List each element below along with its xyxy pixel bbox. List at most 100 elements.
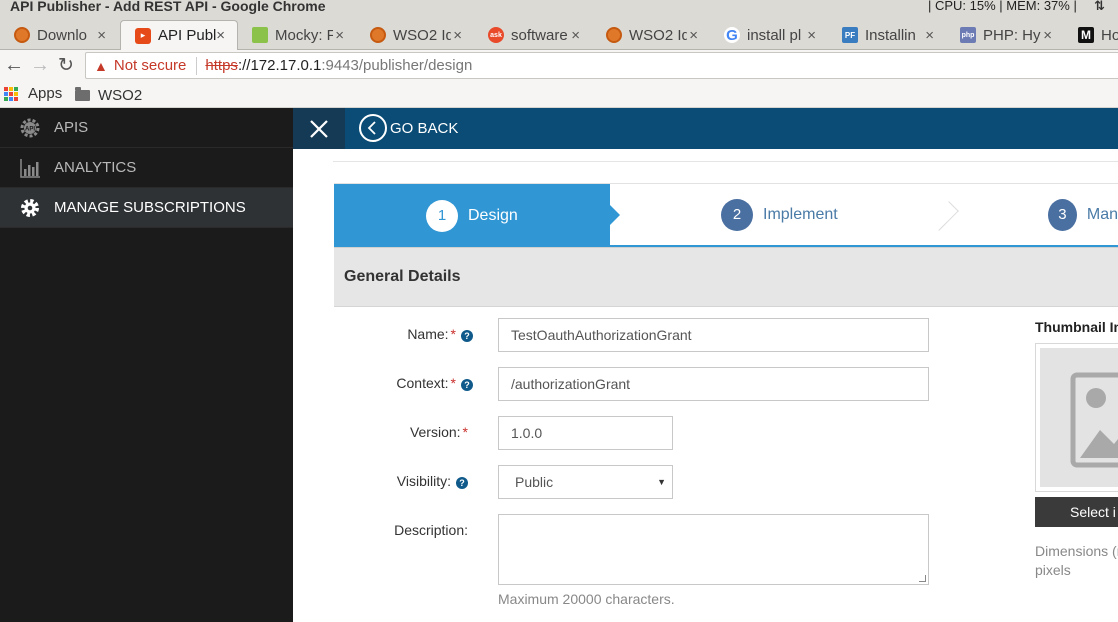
wizard-step-implement[interactable]: 2 Implement: [610, 184, 950, 247]
top-navigation-bar: GO BACK: [293, 108, 1118, 149]
help-icon[interactable]: ?: [456, 477, 468, 489]
tab-php[interactable]: php PHP: Hyp ×: [946, 20, 1064, 50]
label-text: Version:: [409, 424, 461, 440]
bookmark-apps[interactable]: Apps: [4, 85, 62, 102]
main-content: 1 Design 2 Implement 3 Man General Detai…: [293, 149, 1118, 622]
description-hint: Maximum 20000 characters.: [498, 591, 675, 607]
wizard-step-design[interactable]: 1 Design: [334, 184, 610, 247]
close-icon[interactable]: ×: [807, 27, 816, 44]
forward-arrow-icon[interactable]: →: [30, 54, 50, 77]
label-text: Description:: [394, 522, 468, 538]
thumbnail-title: Thumbnail Im: [1035, 319, 1118, 335]
tab-medium[interactable]: M Ho: [1064, 20, 1118, 50]
php-icon: php: [960, 27, 976, 43]
bookmarks-bar: Apps WSO2: [0, 82, 1118, 108]
bookmark-label: WSO2: [98, 87, 143, 104]
url-field[interactable]: ▲ Not secure https://172.17.0.1:9443/pub…: [85, 52, 1118, 79]
close-icon[interactable]: ×: [335, 27, 344, 44]
close-icon[interactable]: ×: [1043, 27, 1052, 44]
tab-label: Ho: [1101, 26, 1118, 44]
close-icon[interactable]: ×: [453, 27, 462, 44]
tab-label: WSO2 Id: [629, 26, 687, 44]
tab-installing[interactable]: PF Installin ×: [828, 20, 946, 50]
select-image-button[interactable]: Select i: [1035, 497, 1118, 527]
tab-label: PHP: Hyp: [983, 26, 1041, 44]
tab-download[interactable]: Downlo ×: [0, 20, 118, 50]
close-sidebar-button[interactable]: [293, 108, 345, 149]
bookmark-wso2[interactable]: WSO2: [75, 87, 142, 104]
tab-strip: Downlo × ▸ API Publ × Mocky: F × WSO2 Id…: [0, 14, 1118, 50]
chevron-left-icon: [359, 114, 387, 142]
window-title: API Publisher - Add REST API - Google Ch…: [10, 0, 326, 14]
security-label[interactable]: Not secure: [114, 57, 187, 74]
context-label: Context: *?: [293, 375, 473, 391]
tab-label: Downlo: [37, 26, 88, 44]
step-number: 1: [426, 199, 458, 232]
close-icon[interactable]: ×: [571, 27, 580, 44]
label-text: Visibility:: [396, 473, 451, 489]
address-bar: ← → ↻ ▲ Not secure https://172.17.0.1:94…: [0, 50, 1118, 82]
visibility-select[interactable]: Public ▼: [498, 465, 673, 499]
reload-icon[interactable]: ↻: [58, 54, 74, 77]
visibility-label: Visibility:?: [288, 473, 468, 489]
required-marker: *: [450, 375, 456, 391]
tab-label: WSO2 Id: [393, 26, 451, 44]
sidebar-item-label: MANAGE SUBSCRIPTIONS: [54, 199, 246, 216]
bookmark-label: Apps: [28, 85, 63, 102]
image-placeholder-icon: [1040, 348, 1118, 487]
tab-mocky[interactable]: Mocky: F ×: [238, 20, 356, 50]
description-label: Description:: [288, 522, 468, 538]
back-arrow-icon[interactable]: ←: [4, 54, 24, 77]
sidebar-item-apis[interactable]: API APIS: [0, 108, 293, 148]
step-number: 2: [721, 198, 753, 231]
close-icon[interactable]: ×: [689, 27, 698, 44]
hint-line: Dimensions (n: [1035, 543, 1118, 559]
tab-wso2-identity[interactable]: WSO2 Id ×: [356, 20, 474, 50]
folder-icon: [75, 87, 90, 101]
url-scheme: https: [205, 57, 238, 74]
wso2-icon: [14, 27, 30, 43]
help-icon[interactable]: ?: [461, 379, 473, 391]
hint-line: pixels: [1035, 562, 1071, 578]
sidebar-item-analytics[interactable]: ANALYTICS: [0, 148, 293, 188]
help-icon[interactable]: ?: [461, 330, 473, 342]
tab-label: install pl: [747, 26, 802, 44]
resize-handle-icon[interactable]: [919, 575, 926, 582]
tab-install[interactable]: G install pl ×: [710, 20, 828, 50]
go-back-button[interactable]: GO BACK: [359, 114, 458, 142]
wizard-step-manage[interactable]: 3 Man: [950, 184, 1118, 247]
tab-wso2-identity-2[interactable]: WSO2 Id ×: [592, 20, 710, 50]
url-path: :9443/publisher/design: [321, 57, 473, 74]
step-number: 3: [1048, 198, 1077, 231]
version-label: Version: *: [288, 424, 468, 440]
tab-label: API Publ: [158, 27, 216, 44]
thumbnail-preview: [1035, 343, 1118, 492]
medium-icon: M: [1078, 27, 1094, 43]
label-text: Context:: [396, 375, 449, 391]
name-field[interactable]: TestOauthAuthorizationGrant: [498, 318, 929, 352]
visibility-value: Public: [515, 474, 554, 490]
gear-icon: [18, 196, 42, 220]
context-field[interactable]: /authorizationGrant: [498, 367, 929, 401]
close-icon[interactable]: ×: [216, 27, 225, 44]
tab-api-publisher[interactable]: ▸ API Publ ×: [120, 20, 238, 50]
url-host: ://172.17.0.1: [237, 57, 322, 74]
step-label: Man: [1086, 205, 1118, 223]
api-publisher-icon: ▸: [135, 27, 151, 44]
os-title-bar: API Publisher - Add REST API - Google Ch…: [0, 0, 1118, 14]
section-title: General Details: [334, 247, 1118, 307]
step-label: Design: [468, 206, 518, 224]
mocky-icon: [252, 27, 268, 43]
bar-chart-icon: [18, 156, 42, 180]
ask-icon: ask: [488, 27, 504, 43]
step-label: Implement: [763, 205, 838, 223]
apps-grid-icon: [4, 86, 18, 101]
sidebar-item-label: ANALYTICS: [54, 159, 137, 176]
tab-software[interactable]: ask software ×: [474, 20, 592, 50]
sidebar-item-label: APIS: [54, 119, 89, 136]
version-field[interactable]: 1.0.0: [498, 416, 673, 450]
close-icon[interactable]: ×: [925, 27, 934, 44]
description-field[interactable]: [498, 514, 929, 585]
sidebar-item-manage-subscriptions[interactable]: MANAGE SUBSCRIPTIONS: [0, 188, 293, 228]
close-icon[interactable]: ×: [97, 27, 106, 44]
